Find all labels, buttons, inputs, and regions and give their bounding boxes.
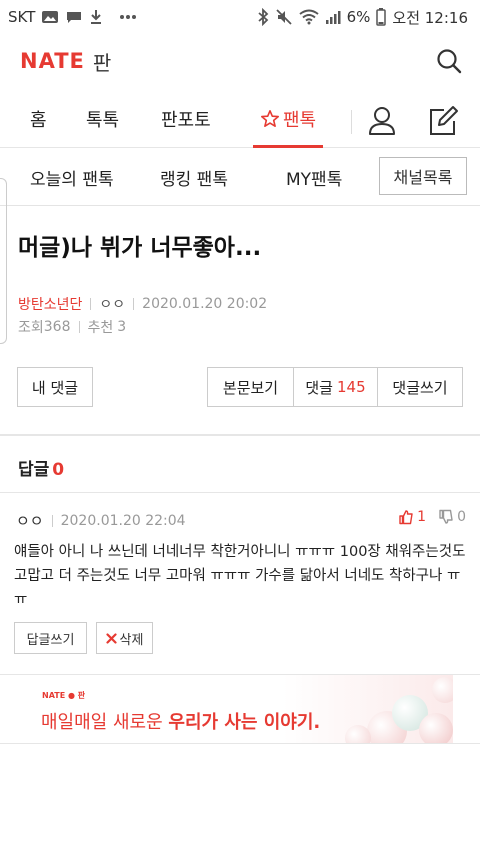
app-header: NATE 판 bbox=[0, 34, 480, 88]
active-tab-indicator bbox=[253, 145, 323, 148]
comment-meta: ㅇㅇ 2020.01.20 22:04 bbox=[16, 510, 186, 531]
more-notifications-icon bbox=[119, 14, 137, 20]
star-icon bbox=[261, 110, 279, 127]
banner-text-highlight: 우리가 사는 이야기. bbox=[168, 712, 321, 733]
search-icon bbox=[437, 49, 462, 74]
carrier-label: SKT bbox=[8, 8, 36, 26]
channel-name[interactable]: 방탄소년단 bbox=[18, 294, 82, 314]
edit-icon bbox=[430, 106, 458, 135]
bluetooth-icon bbox=[257, 8, 269, 26]
download-icon bbox=[89, 9, 103, 25]
comment-author: ㅇㅇ bbox=[16, 512, 44, 530]
write-post-button[interactable] bbox=[426, 104, 460, 138]
my-comments-button[interactable]: 내 댓글 bbox=[17, 367, 93, 407]
wifi-icon bbox=[298, 9, 319, 25]
search-button[interactable] bbox=[434, 46, 464, 76]
signal-icon bbox=[325, 9, 341, 25]
image-notification-icon bbox=[41, 9, 59, 25]
divider bbox=[0, 205, 480, 206]
tab-fantalk-label: 팬톡 bbox=[283, 110, 317, 131]
divider bbox=[0, 434, 480, 436]
channel-list-button[interactable]: 채널목록 bbox=[379, 157, 467, 195]
nav-divider bbox=[351, 110, 352, 134]
pann-section-label[interactable]: 판 bbox=[93, 47, 111, 76]
side-drawer-handle[interactable] bbox=[0, 178, 7, 344]
comment-text: 얘들아 아니 나 쓰닌데 너네너무 착한거아니니 ㅠㅠㅠ 100장 채워주는것도… bbox=[14, 544, 466, 608]
post-meta: 방탄소년단 ㅇㅇ 2020.01.20 20:02 bbox=[18, 294, 267, 314]
banner-logo: NATE ● 판 bbox=[42, 691, 86, 700]
nate-logo[interactable]: NATE bbox=[20, 49, 85, 73]
post-stats: 조회 368 추천 3 bbox=[18, 317, 126, 337]
my-account-button[interactable] bbox=[365, 104, 399, 138]
downvote-count: 0 bbox=[457, 509, 466, 525]
views-label: 조회 bbox=[18, 320, 44, 336]
status-bar: SKT 6% 오전 12:16 bbox=[0, 0, 480, 34]
comments-label: 댓글 bbox=[305, 378, 333, 397]
tab-toktok[interactable]: 톡톡 bbox=[86, 106, 119, 132]
post-author: ㅇㅇ bbox=[99, 297, 126, 313]
views-count: 368 bbox=[43, 319, 71, 335]
promo-banner[interactable]: NATE ● 판 매일매일 새로운 우리가 사는 이야기. bbox=[27, 675, 453, 743]
clock: 오전 12:16 bbox=[392, 8, 468, 27]
recommend-count: 3 bbox=[117, 319, 127, 335]
tab-fantalk[interactable]: 팬톡 bbox=[260, 106, 316, 132]
mute-icon bbox=[275, 8, 293, 26]
post-title: 머글)나 뷔가 너무좋아... bbox=[18, 235, 262, 261]
close-icon bbox=[105, 632, 117, 644]
battery-icon bbox=[376, 8, 387, 26]
upvote-count: 1 bbox=[417, 509, 427, 525]
replies-header: 답글 0 bbox=[18, 455, 64, 480]
view-post-button[interactable]: 본문보기 bbox=[207, 367, 294, 407]
recommend-label: 추천 bbox=[87, 320, 114, 336]
delete-label: 삭제 bbox=[119, 632, 144, 648]
subtab-today-fantalk[interactable]: 오늘의 팬톡 bbox=[30, 165, 114, 190]
replies-label: 답글 bbox=[18, 460, 50, 480]
banner-text-prefix: 매일매일 새로운 bbox=[41, 712, 163, 733]
comments-button[interactable]: 댓글 145 bbox=[293, 367, 378, 407]
comment-datetime: 2020.01.20 22:04 bbox=[60, 512, 186, 529]
sub-navigation: 오늘의 팬톡 랭킹 팬톡 MY팬톡 채널목록 bbox=[0, 150, 480, 204]
replies-count: 0 bbox=[52, 460, 65, 480]
divider bbox=[0, 492, 480, 493]
user-icon bbox=[369, 107, 395, 135]
tab-pannphoto[interactable]: 판포토 bbox=[161, 106, 211, 132]
banner-text: 매일매일 새로운 우리가 사는 이야기. bbox=[41, 708, 320, 734]
upvote-button[interactable]: 1 bbox=[398, 509, 426, 525]
delete-button[interactable]: 삭제 bbox=[96, 622, 153, 654]
comment-votes: 1 0 bbox=[398, 509, 466, 525]
thumbs-down-icon bbox=[439, 509, 453, 524]
comments-count: 145 bbox=[336, 378, 366, 396]
thumbs-up-icon bbox=[399, 510, 413, 525]
decorative-bubble bbox=[419, 713, 453, 743]
subtab-ranking-fantalk[interactable]: 랭킹 팬톡 bbox=[160, 165, 228, 190]
post-datetime: 2020.01.20 20:02 bbox=[142, 296, 268, 312]
decorative-bubble bbox=[432, 677, 453, 703]
subtab-my-fantalk[interactable]: MY팬톡 bbox=[286, 165, 342, 190]
divider bbox=[0, 743, 480, 744]
battery-percent: 6% bbox=[346, 8, 371, 26]
tab-home[interactable]: 홈 bbox=[30, 106, 47, 132]
reply-button[interactable]: 답글쓰기 bbox=[14, 622, 87, 654]
write-comment-button[interactable]: 댓글쓰기 bbox=[377, 367, 463, 407]
message-notification-icon bbox=[65, 9, 83, 25]
main-navigation: 홈 톡톡 판포토 팬톡 bbox=[0, 96, 480, 148]
downvote-button[interactable]: 0 bbox=[438, 509, 466, 525]
